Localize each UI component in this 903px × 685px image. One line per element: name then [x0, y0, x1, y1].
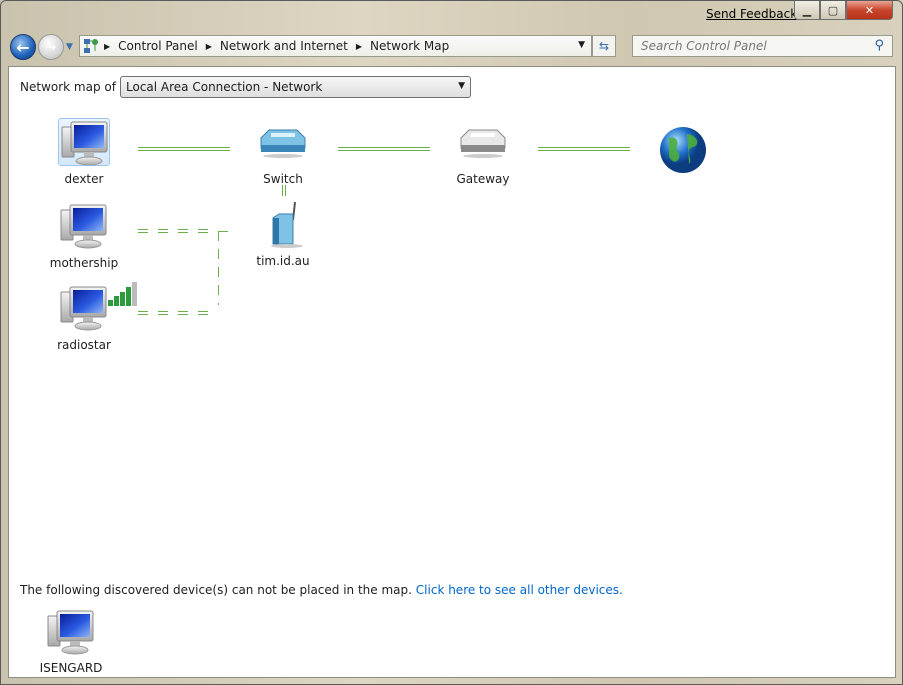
see-all-devices-link[interactable]: Click here to see all other devices. [416, 583, 623, 597]
chevron-right-icon: ▶ [205, 41, 212, 51]
wired-connection-line [538, 147, 630, 151]
wired-connection-line [138, 147, 230, 151]
minimize-button[interactable]: ▁ [794, 1, 820, 20]
computer-icon [58, 202, 110, 250]
wireless-access-point-icon [257, 200, 309, 248]
node-dexter[interactable]: dexter [34, 118, 134, 186]
chevron-right-icon: ▶ [355, 41, 363, 51]
refresh-button[interactable]: ⇆ [592, 35, 616, 57]
wireless-connection-line [218, 231, 219, 305]
chevron-down-icon: ▼ [458, 81, 465, 91]
network-icon [84, 39, 98, 53]
connection-select[interactable]: Local Area Connection - Network ▼ [120, 76, 471, 98]
forward-button[interactable]: → [38, 34, 64, 60]
refresh-icon: ⇆ [598, 39, 610, 53]
chevron-right-icon: ▶ [104, 41, 111, 51]
globe-icon [657, 124, 709, 173]
unplaced-device-isengard[interactable]: ISENGARD [21, 608, 121, 675]
computer-icon [58, 284, 110, 332]
computer-icon [58, 118, 110, 166]
close-button[interactable]: ✕ [846, 1, 893, 20]
node-internet[interactable] [633, 124, 733, 178]
network-map-label: Network map of [20, 80, 116, 94]
breadcrumb-network-and-internet[interactable]: ▶ Network and Internet [206, 39, 348, 53]
computer-icon [45, 608, 97, 656]
maximize-button[interactable]: ▢ [820, 1, 846, 20]
back-button[interactable]: ← [10, 34, 36, 60]
address-bar[interactable]: ▶ Control Panel ▶ Network and Internet ▶ Ne… [79, 35, 592, 57]
wireless-connection-line [138, 311, 210, 315]
gateway-icon [457, 118, 509, 166]
address-dropdown-icon[interactable]: ▼ [578, 40, 585, 50]
back-arrow-icon: ← [16, 37, 30, 57]
wireless-connection-line [138, 229, 210, 233]
breadcrumb-network-map[interactable]: ▶ Network Map [356, 39, 449, 53]
breadcrumb-control-panel[interactable]: ▶ Control Panel [104, 39, 198, 53]
recent-pages-dropdown[interactable]: ▼ [66, 42, 73, 52]
node-switch[interactable]: Switch [233, 118, 333, 186]
node-tim-id-au[interactable]: tim.id.au [233, 200, 333, 268]
send-feedback-link[interactable]: Send Feedback [706, 7, 797, 21]
wireless-signal-icon [108, 282, 137, 306]
search-input[interactable]: Search Control Panel ⚲ [632, 35, 893, 57]
switch-icon [257, 118, 309, 166]
forward-arrow-icon: → [45, 40, 57, 54]
node-mothership[interactable]: mothership [34, 202, 134, 270]
node-gateway[interactable]: Gateway [433, 118, 533, 186]
unplaced-devices-message: The following discovered device(s) can n… [20, 583, 623, 597]
wired-connection-line [338, 147, 430, 151]
wired-connection-line [282, 185, 286, 196]
wireless-connection-line [218, 231, 228, 232]
search-icon[interactable]: ⚲ [874, 38, 884, 53]
